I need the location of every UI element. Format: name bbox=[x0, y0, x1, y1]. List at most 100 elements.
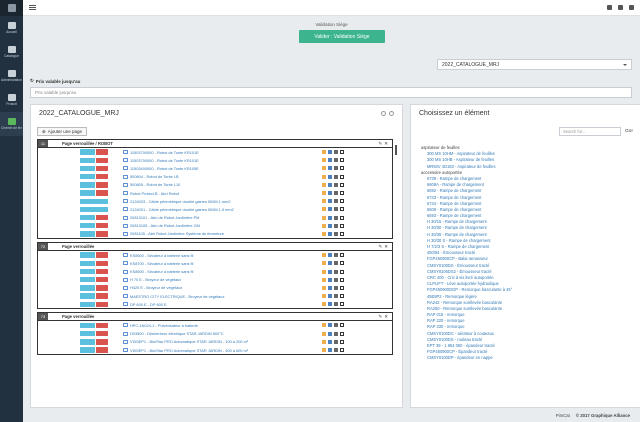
link-icon[interactable] bbox=[123, 285, 128, 290]
product-link[interactable]: 20813101 - Abri de Robot Jardinière PM bbox=[130, 215, 199, 220]
sidebar-item-accueil[interactable]: Accueil bbox=[0, 16, 23, 40]
product-link[interactable]: KS8700 - Sécateur à batterie sans fil bbox=[130, 261, 193, 266]
link-icon[interactable] bbox=[123, 199, 128, 204]
product-link[interactable]: 11503700000 - Robot de Tonte KR101E bbox=[130, 158, 199, 163]
edit-icon[interactable] bbox=[328, 277, 332, 282]
checkbox[interactable] bbox=[340, 339, 344, 344]
edit-icon[interactable]: ✎ bbox=[378, 141, 382, 147]
close-icon[interactable]: ✕ bbox=[384, 141, 388, 147]
sidebar-item-produit[interactable]: Produit bbox=[0, 88, 23, 112]
product-link[interactable]: KS8500 - Sécateur à batterie sans fil bbox=[130, 269, 193, 274]
product-link[interactable]: 2081105 - Abri Robot Jardinière Système … bbox=[130, 231, 224, 236]
scrollbar[interactable] bbox=[395, 145, 397, 155]
edit-icon[interactable] bbox=[328, 191, 332, 196]
lock-icon[interactable] bbox=[322, 285, 326, 290]
edit-icon[interactable] bbox=[328, 261, 332, 266]
product-link[interactable]: 11503400000 - Robot de Tonte KR105E bbox=[130, 166, 199, 171]
edit-icon[interactable] bbox=[328, 199, 332, 204]
edit-icon[interactable] bbox=[328, 339, 332, 344]
product-link[interactable]: 2124003 - Câble périmétrique double gain… bbox=[130, 199, 231, 204]
edit-icon[interactable] bbox=[328, 294, 332, 299]
edit-icon[interactable] bbox=[328, 174, 332, 179]
lock-icon[interactable] bbox=[322, 231, 326, 236]
checkbox[interactable] bbox=[340, 331, 344, 336]
lock-icon[interactable] bbox=[322, 199, 326, 204]
edit-icon[interactable] bbox=[328, 285, 332, 290]
trash-icon[interactable] bbox=[334, 191, 338, 196]
trash-icon[interactable] bbox=[334, 302, 338, 307]
collapse-icon[interactable] bbox=[389, 111, 394, 116]
link-icon[interactable] bbox=[123, 277, 128, 282]
power-icon[interactable] bbox=[629, 5, 634, 10]
link-icon[interactable] bbox=[123, 158, 128, 163]
product-link[interactable]: KS8500 - Sécateur à batterie sans fil bbox=[130, 253, 193, 258]
trash-icon[interactable] bbox=[334, 199, 338, 204]
element-list[interactable]: aspirateur de feuilles 300 MS 10HM - Aspi… bbox=[421, 145, 640, 407]
link-icon[interactable] bbox=[123, 223, 128, 228]
lock-icon[interactable] bbox=[322, 339, 326, 344]
prix-input[interactable]: Prix valable jusqu'au bbox=[30, 87, 632, 98]
product-link[interactable]: 11503700000 - Robot de Tonte KR101E bbox=[130, 150, 199, 155]
checkbox[interactable] bbox=[340, 158, 344, 163]
trash-icon[interactable] bbox=[334, 331, 338, 336]
product-link[interactable]: 500804 - Robot de Tonte LB bbox=[130, 174, 179, 179]
trash-icon[interactable] bbox=[334, 150, 338, 155]
edit-icon[interactable] bbox=[328, 158, 332, 163]
checkbox[interactable] bbox=[340, 199, 344, 204]
user-icon[interactable] bbox=[618, 5, 623, 10]
info-icon[interactable] bbox=[381, 111, 386, 116]
checkbox[interactable] bbox=[340, 215, 344, 220]
sidebar-item-catalogue[interactable]: Catalogue bbox=[0, 40, 23, 64]
trash-icon[interactable] bbox=[334, 231, 338, 236]
trash-icon[interactable] bbox=[334, 348, 338, 353]
checkbox[interactable] bbox=[340, 277, 344, 282]
edit-icon[interactable] bbox=[328, 166, 332, 171]
lock-icon[interactable] bbox=[322, 269, 326, 274]
trash-icon[interactable] bbox=[334, 323, 338, 328]
product-link[interactable]: 20813105 - Abri de Robot Jardinière GM bbox=[130, 223, 200, 228]
link-icon[interactable] bbox=[123, 182, 128, 187]
lock-icon[interactable] bbox=[322, 302, 326, 307]
link-icon[interactable] bbox=[123, 323, 128, 328]
edit-icon[interactable] bbox=[328, 269, 332, 274]
trash-icon[interactable] bbox=[334, 269, 338, 274]
link-icon[interactable] bbox=[123, 166, 128, 171]
link-icon[interactable] bbox=[123, 261, 128, 266]
edit-icon[interactable] bbox=[328, 207, 332, 212]
link-icon[interactable] bbox=[123, 150, 128, 155]
lock-icon[interactable] bbox=[322, 158, 326, 163]
link-icon[interactable] bbox=[123, 253, 128, 258]
checkbox[interactable] bbox=[340, 150, 344, 155]
pages-list[interactable]: 11 Page verrouillée / ROBOT ✎ ✕ 11503700000 … bbox=[37, 139, 393, 407]
product-link[interactable]: H 70 E - Broyeur de végétaux bbox=[130, 277, 181, 282]
lock-icon[interactable] bbox=[322, 174, 326, 179]
product-link[interactable]: Robot Protect B - Abri Robot bbox=[130, 191, 179, 196]
sidebar-item-chemin-de-fer[interactable]: Chemin de fer bbox=[0, 112, 23, 136]
edit-icon[interactable] bbox=[328, 150, 332, 155]
checkbox[interactable] bbox=[340, 285, 344, 290]
trash-icon[interactable] bbox=[334, 215, 338, 220]
product-link[interactable]: 2124001 - Câble périmétrique double gain… bbox=[130, 207, 234, 212]
checkbox[interactable] bbox=[340, 231, 344, 236]
hamburger-menu-icon[interactable] bbox=[29, 5, 36, 10]
checkbox[interactable] bbox=[340, 348, 344, 353]
element-item[interactable]: CMSY0100DP - épandeur en nappe bbox=[421, 355, 640, 361]
checkbox[interactable] bbox=[340, 294, 344, 299]
trash-icon[interactable] bbox=[334, 223, 338, 228]
lock-icon[interactable] bbox=[322, 166, 326, 171]
lock-icon[interactable] bbox=[322, 182, 326, 187]
product-link[interactable]: MAESTRO CITY ELECTRIQUE - Broyeur de vég… bbox=[130, 294, 224, 299]
edit-icon[interactable] bbox=[328, 231, 332, 236]
link-icon[interactable] bbox=[123, 207, 128, 212]
home-icon[interactable] bbox=[607, 5, 612, 10]
link-icon[interactable] bbox=[123, 191, 128, 196]
product-link[interactable]: HPC-1N024-1 - Pulvérisateur à batterie bbox=[130, 323, 198, 328]
link-icon[interactable] bbox=[123, 339, 128, 344]
lock-icon[interactable] bbox=[322, 277, 326, 282]
checkbox[interactable] bbox=[340, 207, 344, 212]
checkbox[interactable] bbox=[340, 253, 344, 258]
search-input[interactable]: Search for... bbox=[559, 127, 621, 136]
catalog-select[interactable]: 2022_CATALOGUE_MRJ bbox=[437, 59, 632, 70]
sidebar-item-administration[interactable]: Administration bbox=[0, 64, 23, 88]
checkbox[interactable] bbox=[340, 323, 344, 328]
